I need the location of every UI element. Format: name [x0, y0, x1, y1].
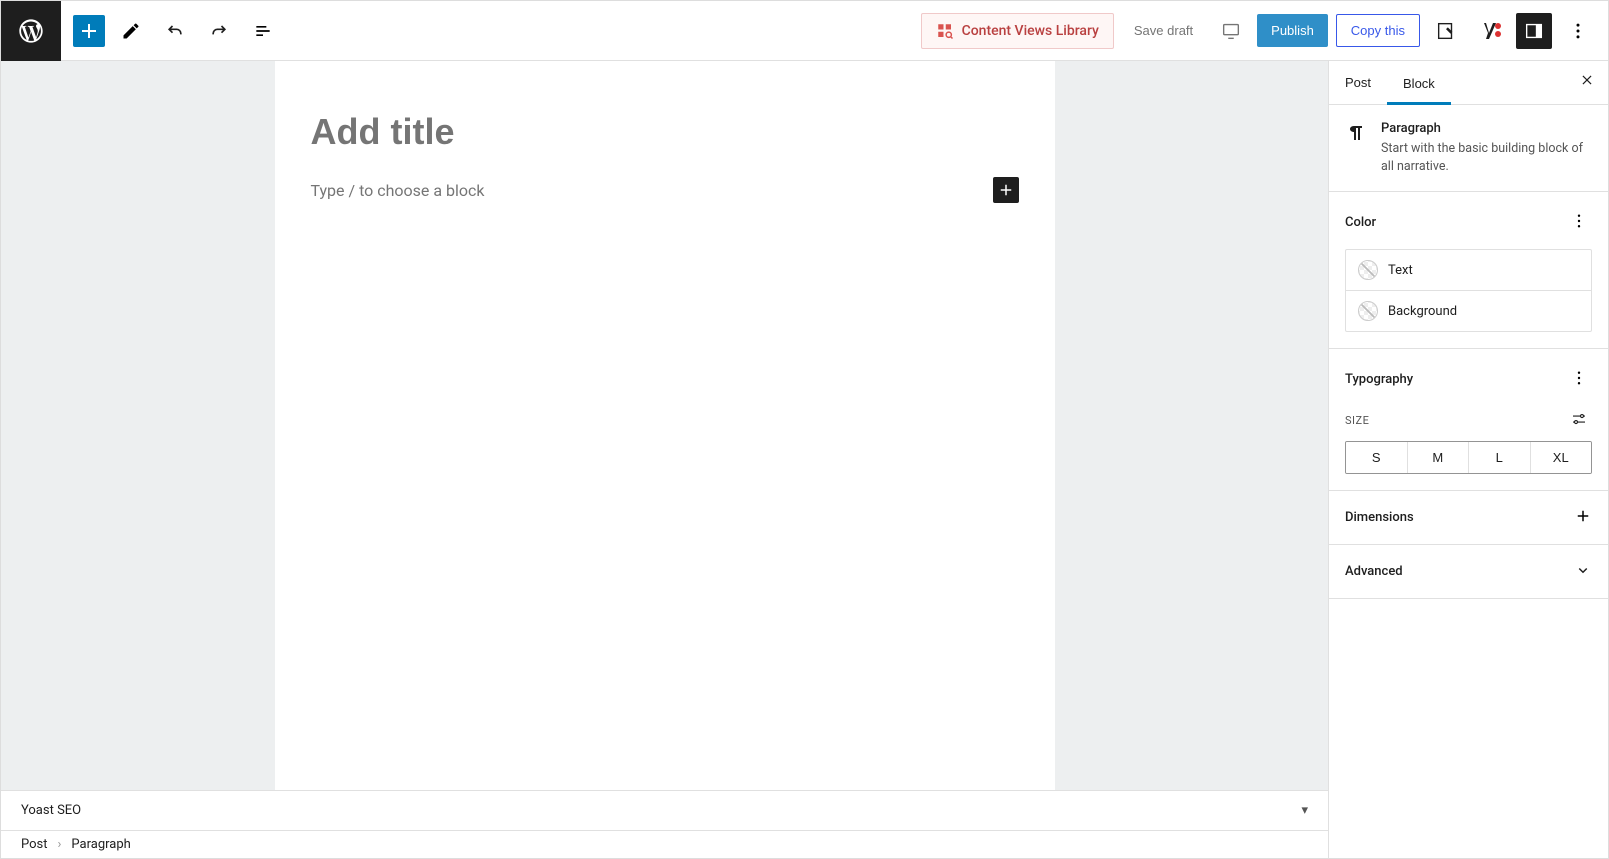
block-description-panel: Paragraph Start with the basic building … — [1329, 105, 1608, 192]
yoast-icon — [1478, 19, 1502, 43]
undo-button[interactable] — [157, 13, 193, 49]
color-panel-options[interactable] — [1566, 208, 1592, 237]
advanced-expand-button[interactable] — [1574, 561, 1592, 582]
edit-mode-button[interactable] — [113, 13, 149, 49]
sidebar-icon — [1523, 20, 1545, 42]
dimensions-heading: Dimensions — [1345, 510, 1414, 525]
publish-button[interactable]: Publish — [1257, 14, 1328, 47]
size-custom-toggle[interactable] — [1566, 406, 1592, 435]
content-views-label: Content Views Library — [962, 23, 1099, 39]
content-views-library-button[interactable]: Content Views Library — [921, 13, 1114, 49]
close-icon — [1580, 73, 1594, 87]
color-panel: Color Text Background — [1329, 192, 1608, 349]
chevron-down-icon — [1574, 561, 1592, 579]
color-text-label: Text — [1388, 263, 1413, 278]
tab-post[interactable]: Post — [1329, 61, 1387, 104]
typography-heading: Typography — [1345, 372, 1413, 387]
yoast-button[interactable] — [1472, 13, 1508, 49]
post-title-input[interactable] — [311, 111, 1019, 153]
color-background-label: Background — [1388, 304, 1457, 319]
document-overview-button[interactable] — [245, 13, 281, 49]
redo-icon — [209, 21, 229, 41]
size-m-button[interactable]: M — [1407, 442, 1469, 473]
more-vertical-icon — [1568, 21, 1588, 41]
text-color-swatch — [1358, 260, 1378, 280]
plus-icon — [997, 181, 1015, 199]
editor-tool-button[interactable] — [1428, 13, 1464, 49]
more-vertical-icon — [1570, 369, 1588, 387]
plus-icon — [1574, 507, 1592, 525]
save-draft-button[interactable]: Save draft — [1122, 15, 1205, 46]
wordpress-logo[interactable] — [1, 1, 61, 61]
font-size-group: S M L XL — [1345, 441, 1592, 474]
list-view-icon — [253, 21, 273, 41]
copy-this-button[interactable]: Copy this — [1336, 14, 1420, 47]
color-text-button[interactable]: Text — [1346, 250, 1591, 290]
chevron-right-icon: › — [58, 837, 62, 852]
edit-page-icon — [1435, 20, 1457, 42]
size-l-button[interactable]: L — [1468, 442, 1530, 473]
block-title: Paragraph — [1381, 121, 1592, 136]
block-description: Start with the basic building block of a… — [1381, 140, 1592, 175]
chevron-down-icon: ▾ — [1301, 803, 1308, 818]
yoast-seo-label: Yoast SEO — [21, 803, 81, 818]
inline-add-block-button[interactable] — [993, 177, 1019, 203]
undo-icon — [165, 21, 185, 41]
editor-canvas-wrap: Type / to choose a block — [1, 61, 1328, 790]
dimensions-add-button[interactable] — [1574, 507, 1592, 528]
breadcrumb-root[interactable]: Post — [21, 837, 48, 852]
advanced-heading: Advanced — [1345, 564, 1403, 579]
size-s-button[interactable]: S — [1346, 442, 1407, 473]
size-label: SIZE — [1345, 414, 1369, 427]
preview-button[interactable] — [1213, 13, 1249, 49]
color-background-button[interactable]: Background — [1346, 290, 1591, 331]
sliders-icon — [1570, 410, 1588, 428]
breadcrumb-current[interactable]: Paragraph — [71, 837, 130, 852]
color-heading: Color — [1345, 215, 1376, 230]
plus-icon — [77, 19, 101, 43]
settings-sidebar: Post Block Paragraph Start with the basi… — [1328, 61, 1608, 858]
tab-block[interactable]: Block — [1387, 62, 1451, 105]
block-breadcrumb: Post › Paragraph — [1, 830, 1328, 858]
typography-panel-options[interactable] — [1566, 365, 1592, 394]
wordpress-icon — [17, 17, 45, 45]
top-toolbar: Content Views Library Save draft Publish… — [1, 1, 1608, 61]
dimensions-panel-toggle[interactable]: Dimensions — [1329, 491, 1608, 545]
close-sidebar-button[interactable] — [1566, 63, 1608, 102]
more-options-button[interactable] — [1560, 13, 1596, 49]
editor-canvas: Type / to choose a block — [275, 61, 1055, 790]
desktop-preview-icon — [1220, 20, 1242, 42]
settings-sidebar-toggle[interactable] — [1516, 13, 1552, 49]
grid-search-icon — [936, 22, 954, 40]
add-block-button[interactable] — [73, 15, 105, 47]
more-vertical-icon — [1570, 212, 1588, 230]
typography-panel: Typography SIZE S M L XL — [1329, 349, 1608, 491]
paragraph-icon — [1345, 121, 1369, 145]
yoast-seo-panel-toggle[interactable]: Yoast SEO ▾ — [1, 790, 1328, 830]
size-xl-button[interactable]: XL — [1530, 442, 1592, 473]
paragraph-block-placeholder[interactable]: Type / to choose a block — [311, 181, 993, 200]
redo-button[interactable] — [201, 13, 237, 49]
pencil-icon — [121, 21, 141, 41]
advanced-panel-toggle[interactable]: Advanced — [1329, 545, 1608, 599]
background-color-swatch — [1358, 301, 1378, 321]
